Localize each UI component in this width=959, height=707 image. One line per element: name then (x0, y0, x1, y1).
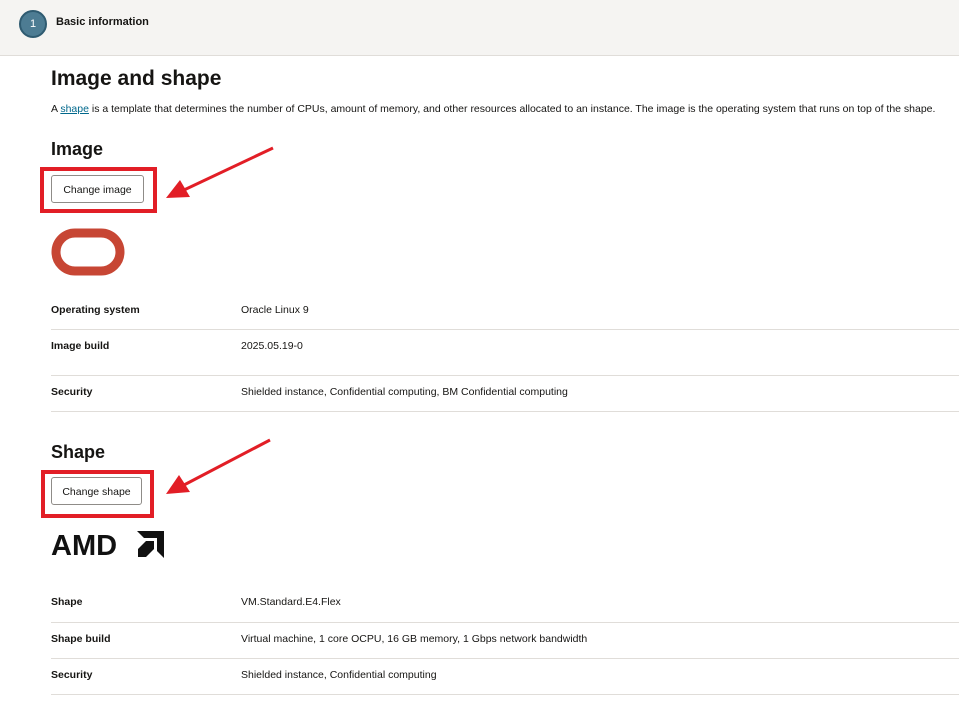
detail-value: 2025.05.19-0 (241, 340, 303, 352)
detail-label: Shape (51, 596, 83, 608)
shape-heading: Shape (51, 442, 106, 462)
shape-help-link[interactable]: shape (60, 103, 89, 115)
step-number-badge[interactable]: 1 (19, 10, 47, 38)
detail-value: Virtual machine, 1 core OCPU, 16 GB memo… (241, 633, 588, 645)
detail-label: Operating system (51, 304, 140, 316)
step-label[interactable]: Basic information (56, 16, 149, 28)
wizard-step-bar: 1 Basic information (0, 0, 959, 56)
detail-value: Oracle Linux 9 (241, 304, 309, 316)
change-shape-button[interactable]: Change shape (51, 477, 142, 505)
detail-label: Image build (51, 340, 110, 352)
divider (51, 411, 959, 412)
divider (51, 658, 959, 659)
intro-suffix: is a template that determines the number… (88, 103, 936, 115)
page-section-title: Image and shape (51, 67, 222, 90)
divider (51, 622, 959, 623)
amd-logo-icon: AMD (51, 530, 164, 559)
detail-label: Security (51, 669, 93, 681)
divider (51, 375, 959, 376)
svg-text:AMD: AMD (51, 530, 117, 559)
change-image-button[interactable]: Change image (51, 175, 144, 203)
intro-prefix: A (51, 103, 61, 115)
divider (51, 694, 959, 695)
section-description: A shape is a template that determines th… (51, 103, 935, 115)
oracle-logo-icon (51, 228, 125, 276)
annotation-arrow-icon (166, 438, 271, 494)
annotation-arrow-icon (166, 146, 274, 198)
detail-value: Shielded instance, Confidential computin… (241, 386, 568, 398)
detail-label: Security (51, 386, 93, 398)
detail-value: VM.Standard.E4.Flex (241, 596, 341, 608)
detail-label: Shape build (51, 633, 111, 645)
divider (51, 329, 959, 330)
image-heading: Image (51, 139, 104, 159)
detail-value: Shielded instance, Confidential computin… (241, 669, 437, 681)
